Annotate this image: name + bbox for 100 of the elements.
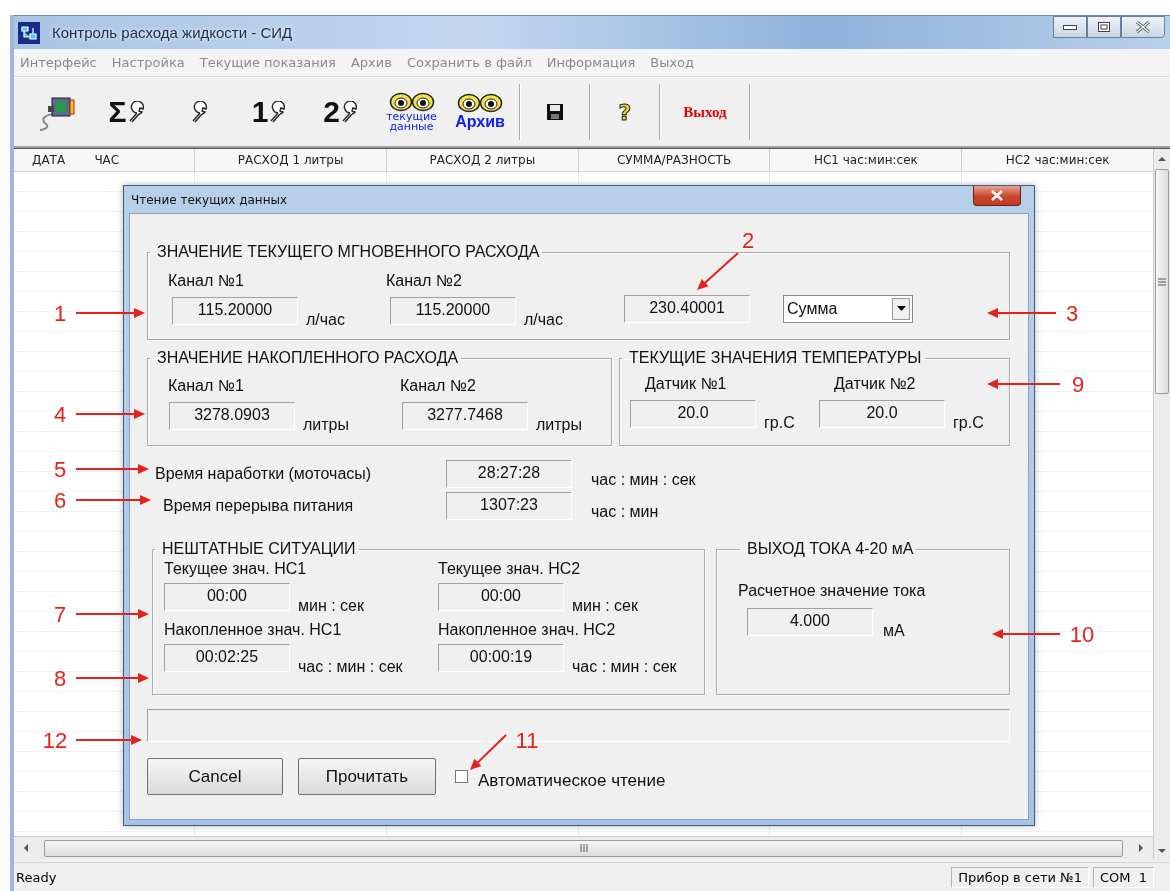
group-title: ТЕКУЩИЕ ЗНАЧЕНИЯ ТЕМПЕРАТУРЫ	[628, 349, 923, 367]
value-field: 230.40001	[624, 295, 750, 323]
window-title: Контроль расхода жидкости - СИД	[52, 24, 293, 41]
minimize-button[interactable]	[1053, 16, 1087, 38]
horizontal-scrollbar[interactable]	[14, 836, 1153, 859]
callout-arrow	[987, 308, 1057, 318]
unit-label: литры	[536, 417, 582, 433]
field-label: Расчетное значение тока	[738, 582, 926, 599]
column-header[interactable]: ЧАС	[83, 149, 195, 171]
value-field: 00:02:25	[164, 644, 290, 672]
callout-number: 10	[1069, 622, 1095, 647]
down-arrow-icon	[1157, 847, 1167, 855]
checkbox-label[interactable]: Автоматическое чтение	[478, 770, 666, 791]
unit-label: гр.С	[764, 415, 795, 431]
callout-number: 6	[53, 488, 67, 513]
callout-number: 4	[53, 402, 67, 427]
scrollbar-thumb[interactable]	[44, 839, 1123, 857]
callout-arrow	[75, 735, 142, 745]
unit-label: час : мин : сек	[591, 471, 696, 489]
column-header[interactable]: ДАТА	[14, 149, 84, 171]
column-header[interactable]: НС2 час:мин:сек	[961, 149, 1153, 171]
value-field: 3278.0903	[169, 402, 295, 430]
unit-label: час : мин	[591, 503, 659, 521]
column-header[interactable]: РАСХОД 2 литры	[385, 149, 578, 171]
value-field: 1307:23	[446, 492, 572, 520]
callout-number: 3	[1065, 301, 1079, 326]
checkbox[interactable]	[455, 770, 468, 783]
callout-number: 8	[53, 666, 67, 691]
exit-button[interactable]: Выход	[665, 84, 745, 140]
close-button[interactable]	[973, 186, 1021, 206]
read-button[interactable]: Прочитать	[298, 758, 436, 795]
toolbar-button[interactable]: Архив	[445, 84, 515, 140]
unit-label: л/час	[306, 312, 345, 328]
callout-arrow	[992, 629, 1061, 639]
unit-label: мин : сек	[298, 598, 364, 614]
value-field: 115.20000	[390, 297, 516, 325]
field-label: Текущее знач. НС1	[164, 560, 308, 578]
value-field: 3277.7468	[402, 402, 528, 430]
maximize-icon	[1098, 22, 1110, 32]
unit-label: литры	[303, 417, 349, 433]
value-field: 115.20000	[172, 297, 298, 325]
maximize-button[interactable]	[1087, 16, 1121, 38]
column-header[interactable]: РАСХОД 1 литры	[194, 149, 386, 171]
value-field: 20.0	[819, 400, 945, 428]
value-field: 20.0	[630, 400, 756, 428]
status-text: Ready	[16, 869, 57, 885]
callout-number: 12	[42, 728, 68, 753]
scrollbar-thumb[interactable]	[1155, 169, 1169, 394]
grip-icon	[1158, 276, 1166, 287]
callout-number: 5	[53, 457, 67, 482]
field-label: Время наработки (моточасы)	[154, 465, 373, 483]
status-panel: Прибор в сети №1	[951, 866, 1089, 888]
mode-dropdown[interactable]: Сумма	[783, 295, 913, 323]
dropdown-arrow-icon	[896, 306, 906, 312]
minimize-icon	[1063, 23, 1077, 31]
toolbar-button[interactable]: 1	[235, 84, 305, 140]
callout-number: 11	[515, 728, 539, 753]
value-field: 00:00	[164, 583, 290, 611]
value-field: 28:27:28	[446, 460, 572, 488]
right-arrow-icon	[1137, 843, 1145, 853]
close-icon	[990, 190, 1004, 201]
app-icon	[18, 21, 40, 44]
field-label: Текущее знач. НС2	[438, 560, 582, 578]
eyes-icon	[388, 92, 435, 112]
vertical-scrollbar[interactable]	[1153, 149, 1170, 859]
callout-arrow	[75, 308, 145, 318]
toolbar-button[interactable]: текущие данные	[378, 84, 445, 140]
callout-arrow	[470, 734, 507, 770]
group-title: НЕШТАТНЫЕ СИТУАЦИИ	[161, 540, 357, 558]
unit-label: мин : сек	[572, 598, 638, 614]
unit-label: мА	[883, 623, 905, 639]
dialog-title: Чтение текущих данных	[131, 192, 288, 207]
group-title: ВЫХОД ТОКА 4-20 мА	[746, 540, 915, 558]
group-title: ЗНАЧЕНИЕ ТЕКУЩЕГО МГНОВЕННОГО РАСХОДА	[156, 243, 541, 261]
column-header[interactable]: СУММА/РАЗНОСТЬ	[577, 149, 770, 171]
left-arrow-icon	[22, 843, 30, 853]
value-field: 00:00	[438, 583, 564, 611]
callout-number: 7	[53, 602, 67, 627]
grip-icon	[578, 844, 589, 852]
up-arrow-icon	[1157, 155, 1167, 163]
value-field: 00:00:19	[438, 644, 564, 672]
eyes-icon	[457, 93, 503, 113]
field-label: Накопленное знач. НС2	[438, 621, 617, 639]
toolbar-button[interactable]: 2	[305, 84, 378, 140]
cancel-button[interactable]: Cancel	[147, 758, 283, 795]
field-label: Накопленное знач. НС1	[164, 621, 343, 639]
column-header[interactable]: НС1 час:мин:сек	[769, 149, 962, 171]
toolbar-button[interactable]: Σ	[90, 84, 165, 140]
channel-label: Канал №2	[400, 377, 477, 395]
unit-label: час : мин : сек	[298, 659, 403, 675]
channel-label: Канал №1	[168, 377, 245, 395]
value-field: 4.000	[747, 608, 873, 636]
callout-arrow	[697, 252, 739, 290]
callout-arrow	[75, 409, 145, 419]
callout-number: 2	[741, 228, 755, 253]
callout-number: 9	[1071, 372, 1085, 397]
field-label: Время перерыва питания	[162, 497, 355, 515]
group-title: ЗНАЧЕНИЕ НАКОПЛЕННОГО РАСХОДА	[156, 349, 460, 367]
callout-number: 1	[53, 301, 67, 326]
sensor-label: Датчик №2	[833, 375, 917, 393]
